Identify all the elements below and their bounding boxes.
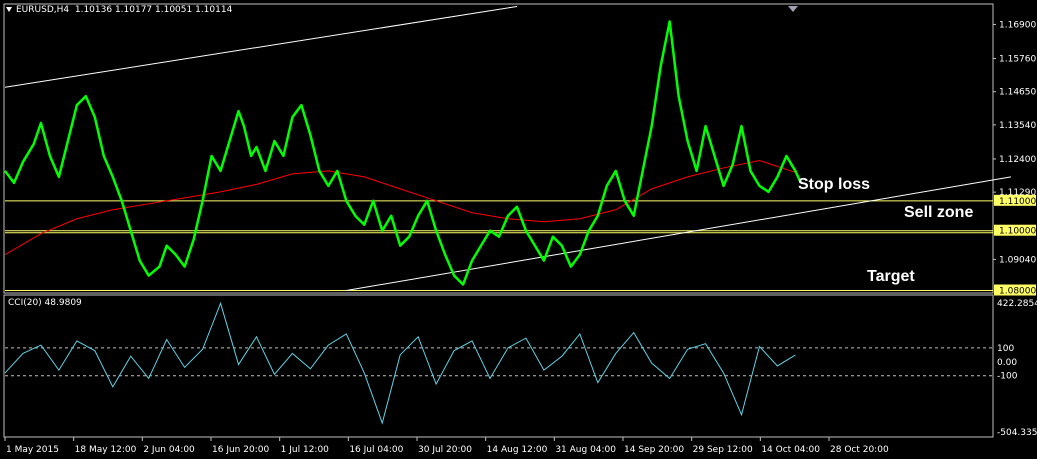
price-tick-label: 1.13540 xyxy=(999,121,1036,131)
scroll-marker-icon[interactable] xyxy=(788,6,798,12)
trendline xyxy=(4,6,518,88)
ohlc-values: 1.10136 1.10177 1.10051 1.10114 xyxy=(74,5,233,15)
time-tick-label: 31 Aug 04:00 xyxy=(555,445,616,455)
time-tick-label: 14 Oct 04:00 xyxy=(761,445,820,455)
cci-tick-label: -100 xyxy=(997,372,1018,382)
dropdown-arrow-icon[interactable] xyxy=(6,7,12,12)
time-tick-label: 1 Jul 12:00 xyxy=(281,445,330,455)
level-price-tag-label: 1.10000 xyxy=(999,227,1036,237)
main-panel-frame xyxy=(3,3,994,294)
time-tick-label: 1 May 2015 xyxy=(6,445,59,455)
cci-chart-layer xyxy=(4,301,993,425)
cci-tick-label: 0.00 xyxy=(997,358,1017,368)
cci-tick-label: 100 xyxy=(997,344,1014,354)
cci-tick-label: -504.3352 xyxy=(997,428,1037,438)
level-price-tag-label: 1.11000 xyxy=(999,197,1036,207)
chart-canvas: 1.169001.157601.146501.135401.124001.112… xyxy=(3,3,1037,455)
price-tick-label: 1.12400 xyxy=(999,155,1036,165)
price-tick-label: 1.16900 xyxy=(999,20,1036,30)
time-tick-label: 28 Oct 20:00 xyxy=(830,445,889,455)
time-tick-label: 29 Sep 12:00 xyxy=(693,445,753,455)
time-tick-label: 30 Jul 20:00 xyxy=(418,445,472,455)
price-tick-label: 1.09040 xyxy=(999,255,1036,265)
cci-line xyxy=(4,301,796,425)
main-chart-layer xyxy=(4,6,1012,292)
target-label: Target xyxy=(867,268,915,285)
price-tick-label: 1.14650 xyxy=(999,88,1036,98)
cci-tick-label: 422.2854 xyxy=(997,299,1037,309)
chart-header: EURUSD,H4 1.10136 1.10177 1.10051 1.1011… xyxy=(6,5,232,15)
price-line xyxy=(4,20,802,286)
stop-loss-label: Stop loss xyxy=(798,176,871,193)
time-tick-label: 18 May 12:00 xyxy=(75,445,137,455)
time-tick-label: 16 Jun 20:00 xyxy=(212,445,269,455)
time-tick-label: 2 Jun 04:00 xyxy=(143,445,195,455)
time-tick-label: 14 Aug 12:00 xyxy=(487,445,548,455)
time-tick-label: 14 Sep 20:00 xyxy=(624,445,684,455)
axes-layer: 1.169001.157601.146501.135401.124001.112… xyxy=(4,20,1037,455)
cci-panel-frame xyxy=(3,294,994,438)
indicator-label: CCI(20) 48.9809 xyxy=(8,298,82,308)
price-tick-label: 1.15760 xyxy=(999,55,1036,65)
symbol-label: EURUSD,H4 xyxy=(16,5,70,15)
sell-zone-label: Sell zone xyxy=(904,204,974,221)
level-price-tag-label: 1.08000 xyxy=(999,287,1036,297)
time-tick-label: 16 Jul 04:00 xyxy=(349,445,403,455)
